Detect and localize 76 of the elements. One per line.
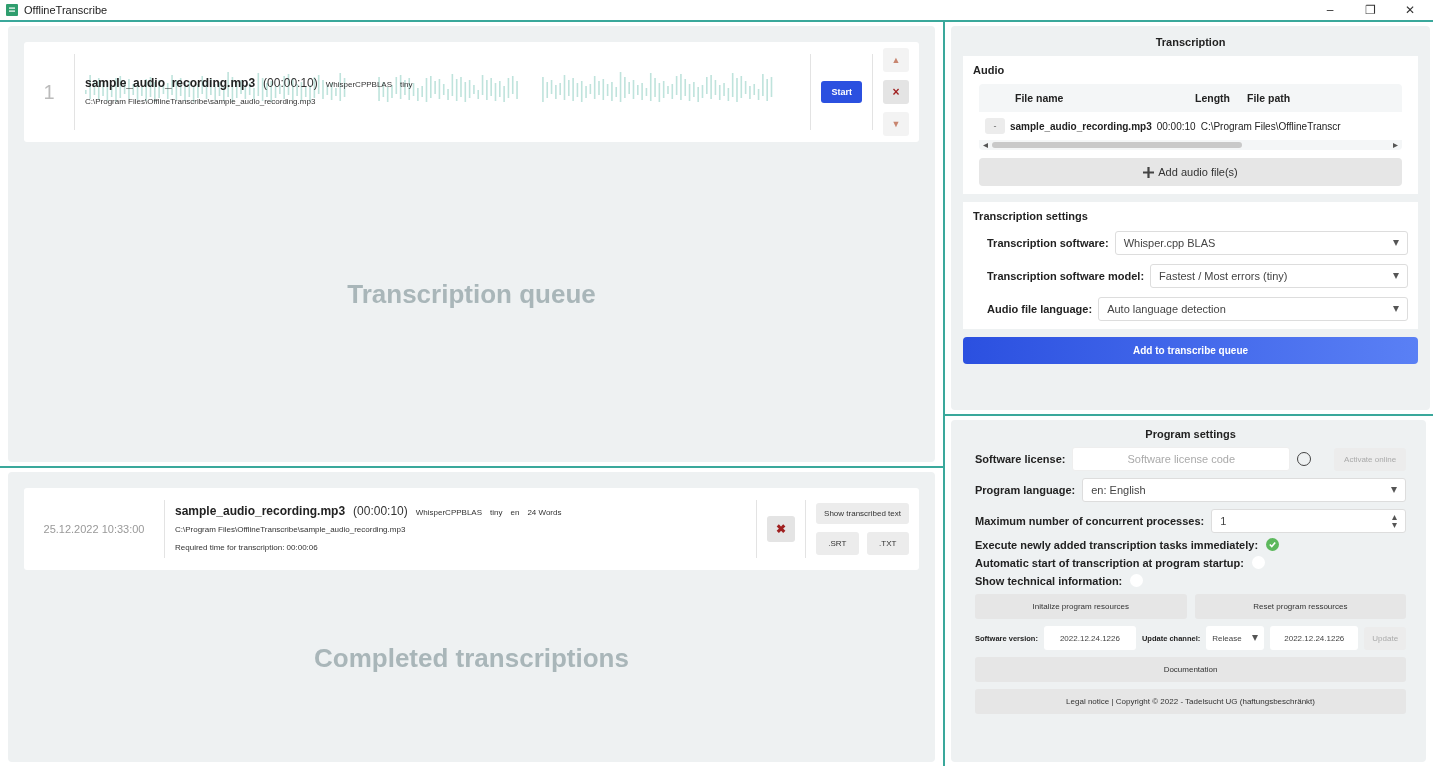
language-label: Program language:: [975, 484, 1076, 496]
file-name: sample_audio_recording.mp3: [175, 504, 346, 518]
app-logo-icon: [6, 4, 18, 16]
column-header: File name: [1015, 92, 1065, 104]
window-control-button[interactable]: ✕: [1393, 2, 1427, 18]
column-header: File path: [1247, 92, 1292, 104]
setting-label: Transcription software:: [987, 237, 1109, 249]
model-name: tiny: [490, 508, 503, 517]
panel-title: Program settings: [1144, 428, 1237, 440]
model-name: tiny: [400, 80, 413, 89]
window-control-button[interactable]: ❐: [1353, 2, 1387, 18]
version-field: 2022.12.24.1226: [1043, 626, 1136, 650]
latest-version-field: 2022.12.24.1226: [1270, 626, 1359, 650]
file-name: sample_audio_recording.mp3: [85, 76, 256, 90]
txt-button[interactable]: .TXT: [866, 532, 909, 555]
scroll-left-icon: [983, 142, 988, 148]
setting-label: Transcription software model:: [987, 270, 1145, 282]
remove-file-button[interactable]: -: [985, 118, 1005, 134]
file-path: C:\Program Files\OfflineTranscribe\sample_audio_recording.mp3: [85, 97, 316, 106]
setting-dropdown[interactable]: Whisper.cpp BLAS: [1114, 231, 1409, 255]
increment-icon: [1392, 514, 1398, 520]
initialize-button[interactable]: Initalize program resources: [975, 594, 1187, 619]
documentation-button[interactable]: Documentation: [975, 657, 1407, 682]
processes-label: Maximum number of concurrent processes:: [975, 515, 1205, 527]
processes-spinbox[interactable]: 1: [1211, 509, 1407, 533]
duration: (00:00:10): [353, 504, 408, 518]
remove-button[interactable]: ×: [883, 80, 909, 104]
remove-button[interactable]: ✖: [767, 516, 796, 542]
duration: (00:00:10): [263, 76, 318, 90]
srt-button[interactable]: .SRT: [816, 532, 859, 555]
horizontal-scrollbar-thumb[interactable]: [992, 142, 1242, 148]
setting-dropdown[interactable]: Fastest / Most errors (tiny): [1150, 264, 1409, 288]
checkmark-icon: [1268, 540, 1278, 549]
reset-button[interactable]: Reset program ressources: [1194, 594, 1407, 619]
table-cell: C:\Program Files\OfflineTranscr: [1200, 120, 1341, 132]
section-title: Transcription settings: [973, 210, 1089, 222]
word-count: 24 Words: [527, 508, 562, 517]
license-label: Software license:: [975, 453, 1066, 465]
add-to-queue-button[interactable]: Add to transcribe queue: [963, 337, 1419, 364]
required-time: Required time for transcription: 00:00:06: [175, 543, 318, 552]
language-code: en: [510, 508, 520, 517]
completion-date: 25.12.2022 10:33:00: [42, 523, 146, 535]
plus-icon: [1143, 166, 1155, 178]
software-name: WhisperCPPBLAS: [325, 80, 392, 89]
completed-placeholder-text: Completed transcriptions: [314, 642, 629, 674]
panel-title: Transcription: [1154, 36, 1227, 48]
caret-icon: [1393, 273, 1400, 279]
setting-label: Audio file language:: [987, 303, 1093, 315]
decrement-icon: [1392, 522, 1398, 528]
caret-icon: [1252, 635, 1259, 641]
toggle-label: Execute newly added transcription tasks immediately:: [975, 538, 1259, 551]
toggle-checkbox[interactable]: [1266, 538, 1280, 551]
add-audio-button[interactable]: Add audio file(s): [979, 158, 1403, 186]
queue-placeholder-text: Transcription queue: [347, 278, 596, 310]
toggle-label: Automatic start of transcription at program startup:: [975, 556, 1244, 569]
software-name: WhisperCPPBLAS: [415, 508, 482, 517]
caret-icon: [1391, 487, 1398, 493]
toggle-label: Show technical information:: [975, 574, 1123, 587]
scroll-right-icon: [1393, 142, 1399, 148]
language-dropdown[interactable]: en: English: [1082, 478, 1407, 502]
queue-index: 1: [42, 80, 56, 104]
file-path: C:\Program Files\OfflineTranscribe\sample_audio_recording.mp3: [175, 525, 406, 534]
setting-dropdown[interactable]: Auto language detection: [1098, 297, 1409, 321]
window-title: OfflineTranscribe: [24, 4, 109, 16]
show-text-button[interactable]: Show transcribed text: [816, 503, 909, 524]
license-field[interactable]: Software license code: [1072, 447, 1291, 471]
table-cell: 00:00:10: [1156, 120, 1196, 132]
window-control-button[interactable]: –: [1313, 2, 1347, 18]
channel-dropdown[interactable]: Release: [1206, 626, 1265, 650]
table-cell: sample_audio_recording.mp3: [1010, 120, 1152, 132]
caret-icon: [1393, 306, 1400, 312]
section-title: Audio: [973, 64, 1006, 76]
start-button[interactable]: Start: [821, 81, 862, 103]
legal-notice-button[interactable]: Legal notice | Copyright © 2022 - Tadelsucht UG (haftungsbeschränkt): [975, 689, 1407, 714]
caret-icon: [1393, 240, 1400, 246]
column-header: Length: [1195, 92, 1231, 104]
